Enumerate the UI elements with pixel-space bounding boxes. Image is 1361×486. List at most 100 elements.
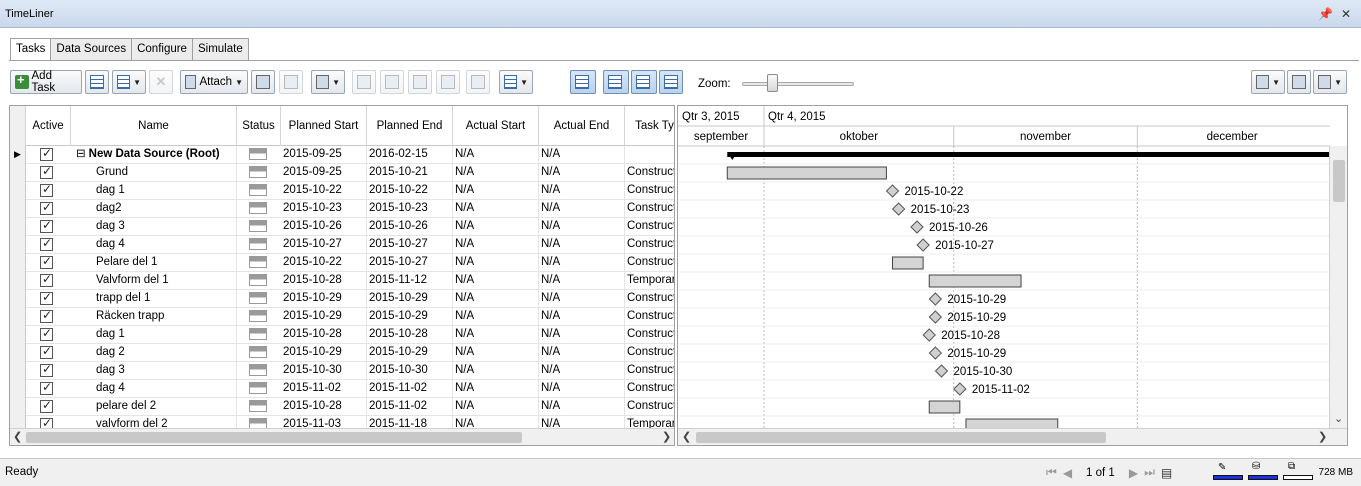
table-row[interactable]: Pelare del 12015-10-222015-10-27N/AN/ACo…	[10, 254, 674, 272]
active-checkbox[interactable]	[40, 200, 53, 215]
planned-start-cell[interactable]: 2015-10-28	[283, 326, 367, 344]
task-type-cell[interactable]: Construct	[627, 308, 674, 326]
task-type-cell[interactable]	[627, 146, 674, 164]
task-name-cell[interactable]: dag 3	[96, 218, 237, 236]
columns-dropdown-button[interactable]: ▼	[499, 70, 533, 94]
tab-simulate[interactable]: Simulate	[191, 38, 249, 60]
table-row[interactable]: dag 42015-10-272015-10-27N/AN/AConstruct	[10, 236, 674, 254]
active-checkbox[interactable]	[40, 380, 53, 395]
delete-task-button[interactable]: ✕	[149, 70, 173, 94]
root-name-cell[interactable]: ⊟ New Data Source (Root)	[76, 146, 237, 164]
show-planned-vs-actual-button[interactable]	[631, 70, 657, 94]
task-type-cell[interactable]: Construct	[627, 344, 674, 362]
task-type-cell[interactable]: Construct	[627, 362, 674, 380]
planned-end-cell[interactable]: 2015-10-23	[369, 200, 453, 218]
task-name-cell[interactable]: dag 4	[96, 380, 237, 398]
planned-start-cell[interactable]: 2015-10-28	[283, 272, 367, 290]
table-row[interactable]: dag22015-10-232015-10-23N/AN/AConstruct	[10, 200, 674, 218]
row-selector[interactable]	[10, 218, 26, 236]
table-row[interactable]: Grund2015-09-252015-10-21N/AN/AConstruct	[10, 164, 674, 182]
task-name-cell[interactable]: Valvform del 1	[96, 272, 237, 290]
planned-end-cell[interactable]: 2015-10-29	[369, 344, 453, 362]
task-type-cell[interactable]: Construct	[627, 218, 674, 236]
row-selector[interactable]	[10, 362, 26, 380]
gantt-vertical-scrollbar[interactable]: ⌄	[1329, 146, 1347, 428]
planned-start-cell[interactable]: 2015-09-25	[283, 164, 367, 182]
detach-button[interactable]	[279, 70, 303, 94]
milestone-marker[interactable]	[916, 238, 930, 252]
table-row-root[interactable]: ▶ ⊟New Data Source (Root) 2015-09-25 201…	[10, 146, 674, 164]
task-type-cell[interactable]: Construct	[627, 236, 674, 254]
add-comment-dropdown-button[interactable]: ▼	[112, 70, 146, 94]
actual-start-cell[interactable]: N/A	[455, 272, 539, 290]
close-icon[interactable]: ✕	[1341, 7, 1351, 21]
active-checkbox[interactable]	[40, 146, 53, 161]
last-page-icon[interactable]: ⏭	[1144, 465, 1155, 480]
show-actual-button[interactable]	[603, 70, 629, 94]
planned-end-cell[interactable]: 2015-10-26	[369, 218, 453, 236]
indent-button[interactable]	[408, 70, 432, 94]
prev-page-icon[interactable]: ◀	[1063, 466, 1072, 480]
task-name-cell[interactable]: Grund	[96, 164, 237, 182]
actual-start-cell[interactable]: N/A	[455, 290, 539, 308]
col-planned-end[interactable]: Planned End	[367, 106, 453, 146]
row-selector[interactable]	[10, 200, 26, 218]
planned-start-cell[interactable]: 2015-09-25	[283, 146, 367, 164]
table-row[interactable]: dag 12015-10-282015-10-28N/AN/AConstruct	[10, 326, 674, 344]
planned-start-cell[interactable]: 2015-10-28	[283, 398, 367, 416]
row-selector[interactable]	[10, 182, 26, 200]
actual-end-cell[interactable]: N/A	[541, 164, 625, 182]
scrollbar-thumb[interactable]	[696, 432, 1106, 443]
planned-start-cell[interactable]: 2015-10-29	[283, 290, 367, 308]
outdent-button[interactable]	[436, 70, 460, 94]
planned-end-cell[interactable]: 2015-11-02	[369, 398, 453, 416]
move-down-button[interactable]	[380, 70, 404, 94]
pin-icon[interactable]: 📌	[1318, 7, 1333, 21]
planned-end-cell[interactable]: 2015-10-28	[369, 326, 453, 344]
scroll-down-icon[interactable]: ⌄	[1334, 412, 1343, 425]
actual-start-cell[interactable]: N/A	[455, 182, 539, 200]
actual-end-cell[interactable]: N/A	[541, 308, 625, 326]
task-bar[interactable]	[928, 400, 961, 414]
export-dropdown-button[interactable]: ▼	[1313, 70, 1347, 94]
planned-start-cell[interactable]: 2015-10-27	[283, 236, 367, 254]
milestone-marker[interactable]	[928, 310, 943, 324]
auto-add-tasks-button[interactable]	[85, 70, 109, 94]
row-selector[interactable]: ▶	[10, 146, 26, 164]
col-name[interactable]: Name	[71, 106, 237, 146]
scroll-left-icon[interactable]: ❮	[682, 430, 691, 443]
actual-start-cell[interactable]: N/A	[455, 236, 539, 254]
actual-end-cell[interactable]: N/A	[541, 182, 625, 200]
actual-end-cell[interactable]: N/A	[541, 236, 625, 254]
planned-start-cell[interactable]: 2015-10-22	[283, 254, 367, 272]
task-name-cell[interactable]: dag 1	[96, 326, 237, 344]
row-selector[interactable]	[10, 164, 26, 182]
active-checkbox[interactable]	[40, 326, 53, 341]
actual-start-cell[interactable]: N/A	[455, 254, 539, 272]
table-row[interactable]: dag 32015-10-302015-10-30N/AN/AConstruct	[10, 362, 674, 380]
active-checkbox[interactable]	[40, 362, 53, 377]
planned-end-cell[interactable]: 2015-10-30	[369, 362, 453, 380]
table-row[interactable]: dag 42015-11-022015-11-02N/AN/AConstruct	[10, 380, 674, 398]
planned-end-cell[interactable]: 2015-10-21	[369, 164, 453, 182]
attach-rules-button[interactable]	[251, 70, 275, 94]
milestone-marker[interactable]	[953, 382, 967, 396]
planned-end-cell[interactable]: 2015-11-12	[369, 272, 453, 290]
actual-start-cell[interactable]: N/A	[455, 218, 539, 236]
actual-start-cell[interactable]: N/A	[455, 398, 539, 416]
task-bar[interactable]	[928, 274, 1022, 288]
zoom-slider-thumb[interactable]	[767, 74, 778, 92]
actual-end-cell[interactable]: N/A	[541, 362, 625, 380]
table-row[interactable]: Räcken trapp2015-10-292015-10-29N/AN/ACo…	[10, 308, 674, 326]
milestone-marker[interactable]	[928, 346, 943, 360]
task-name-cell[interactable]: dag 4	[96, 236, 237, 254]
col-actual-end[interactable]: Actual End	[539, 106, 625, 146]
active-checkbox[interactable]	[40, 308, 53, 323]
active-checkbox[interactable]	[40, 182, 53, 197]
task-name-cell[interactable]: dag 3	[96, 362, 237, 380]
actual-start-cell[interactable]: N/A	[455, 200, 539, 218]
active-checkbox[interactable]	[40, 218, 53, 233]
scroll-right-icon[interactable]: ❯	[662, 430, 671, 443]
scrollbar-thumb[interactable]	[26, 432, 522, 443]
col-status[interactable]: Status	[237, 106, 281, 146]
